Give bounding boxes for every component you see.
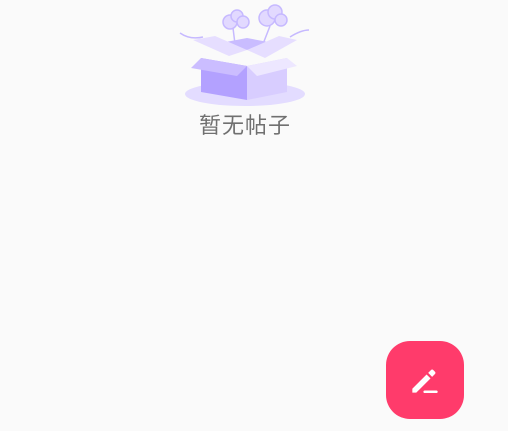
- empty-message: 暂无帖子: [198, 114, 291, 139]
- empty-state: 暂无帖子: [0, 0, 508, 140]
- create-post-button[interactable]: [386, 341, 464, 419]
- posts-page: 暂无帖子: [0, 0, 508, 431]
- edit-pen-icon: [412, 369, 438, 393]
- open-box-icon: [175, 0, 315, 110]
